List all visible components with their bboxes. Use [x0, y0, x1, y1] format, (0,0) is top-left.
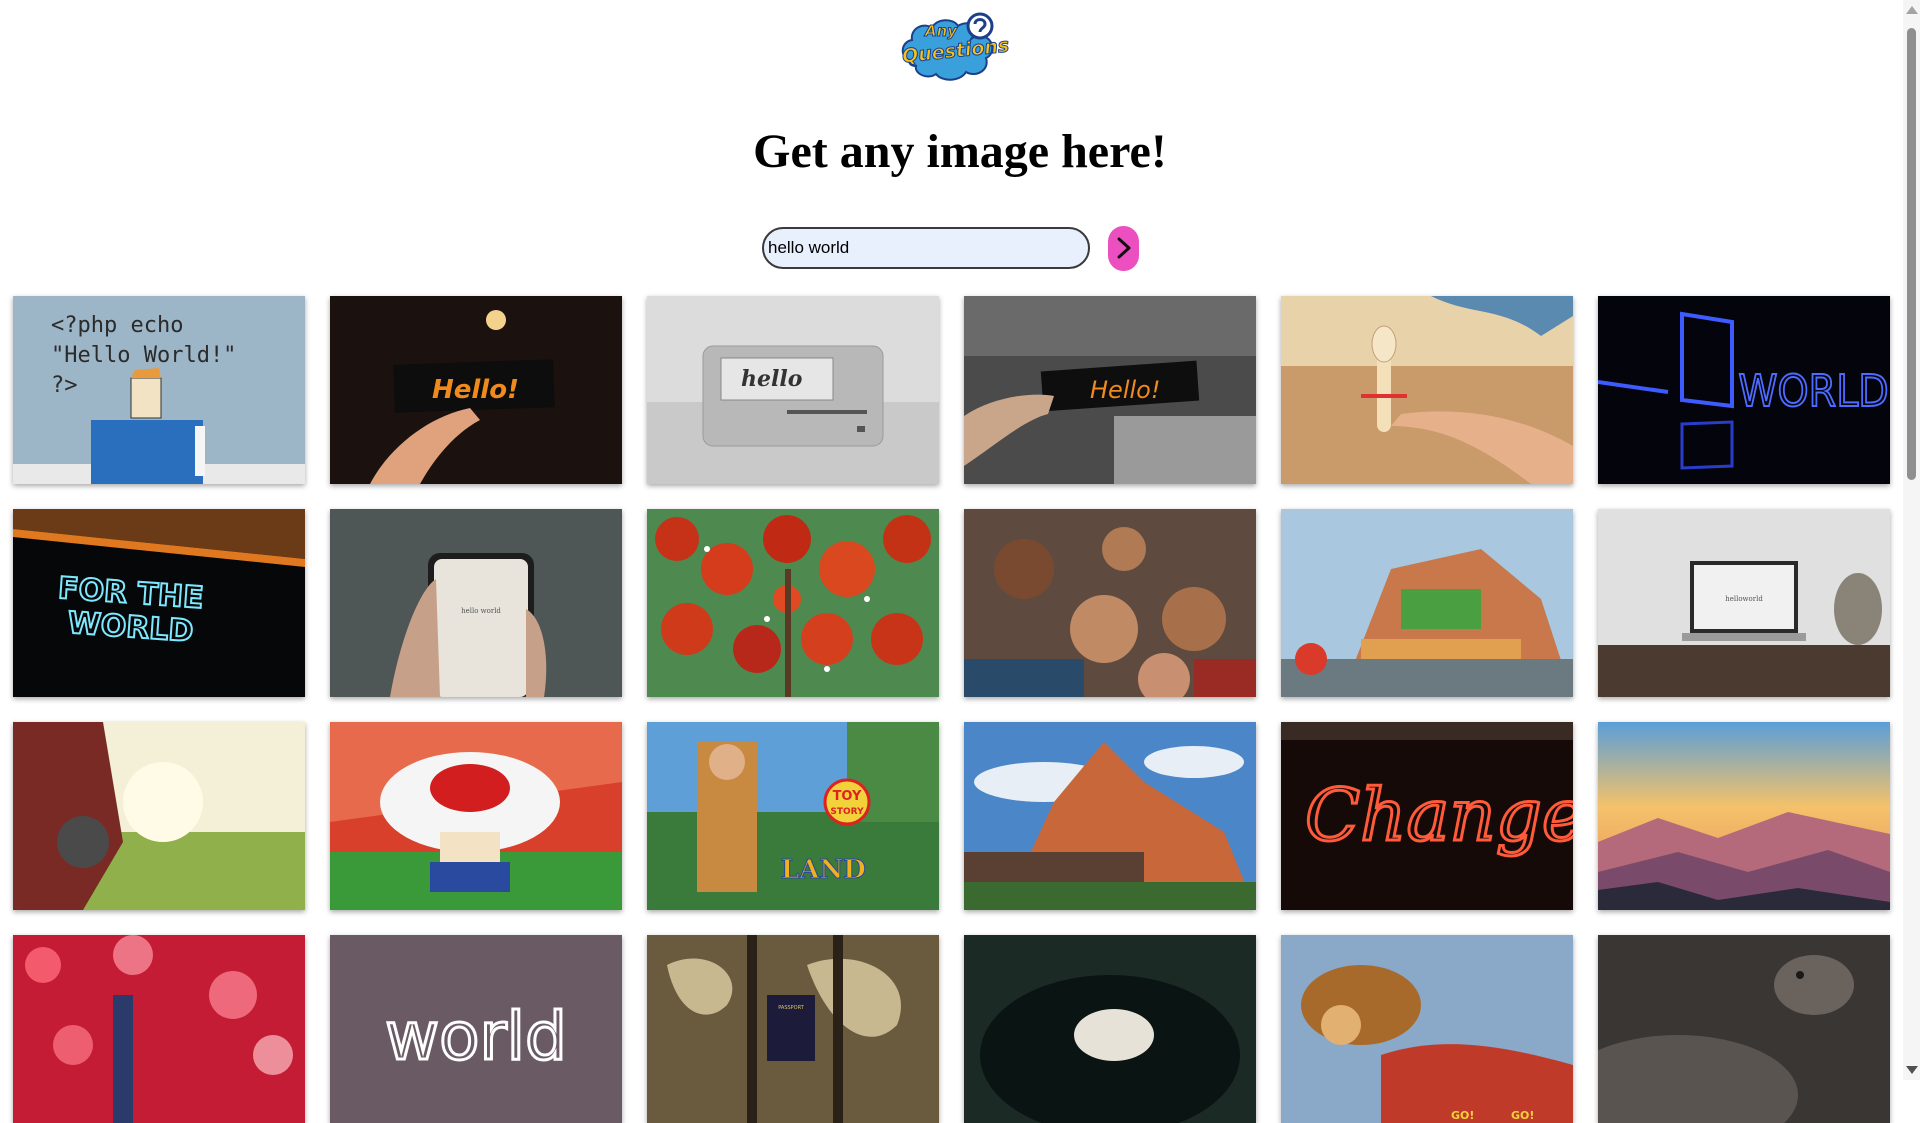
image-result[interactable]: WORLD	[1598, 296, 1890, 484]
result-image	[964, 722, 1256, 910]
result-image: TOY STORY LAND	[647, 722, 939, 910]
image-text: hello world	[461, 607, 501, 615]
image-text: hello	[741, 366, 802, 392]
image-result[interactable]: Hello!	[330, 296, 622, 484]
result-image	[13, 722, 305, 910]
image-result[interactable]	[1598, 722, 1890, 910]
scroll-down-arrow-icon[interactable]	[1906, 1066, 1918, 1074]
image-text: PASSPORT	[778, 1005, 805, 1011]
result-image: WORLD	[1598, 296, 1890, 484]
image-text: Hello!	[1090, 376, 1160, 404]
result-image	[330, 722, 622, 910]
image-result[interactable]	[964, 509, 1256, 697]
scroll-up-arrow-icon[interactable]	[1906, 6, 1918, 14]
image-result[interactable]: <?php echo "Hello World!" ?>	[13, 296, 305, 484]
image-result[interactable]: GO! GO!	[1281, 935, 1573, 1123]
image-result[interactable]	[13, 722, 305, 910]
vertical-scrollbar[interactable]	[1903, 0, 1920, 1080]
result-image: hello	[647, 296, 939, 484]
image-text: helloworld	[1725, 595, 1763, 603]
image-result[interactable]: Change	[1281, 722, 1573, 910]
result-image: GO! GO!	[1281, 935, 1573, 1123]
image-result[interactable]: helloworld	[1598, 509, 1890, 697]
image-result[interactable]	[964, 722, 1256, 910]
image-text: WORLD	[1738, 365, 1888, 417]
result-image	[647, 509, 939, 697]
result-image: Change	[1281, 722, 1573, 910]
image-result[interactable]: FOR THE WORLD	[13, 509, 305, 697]
image-result[interactable]: Hello!	[964, 296, 1256, 484]
image-text: world	[385, 998, 567, 1075]
image-text: LAND	[781, 855, 866, 885]
page-title: Get any image here!	[753, 125, 1167, 178]
image-result[interactable]: hello	[647, 296, 939, 484]
result-image	[964, 509, 1256, 697]
image-result[interactable]: PASSPORT	[647, 935, 939, 1123]
result-image	[1281, 509, 1573, 697]
image-result[interactable]	[13, 935, 305, 1123]
image-result[interactable]	[964, 935, 1256, 1123]
result-image	[1598, 935, 1890, 1123]
logo-cloud-icon	[901, 12, 994, 81]
image-text: <?php echo	[51, 313, 183, 338]
logo[interactable]: Any Questions	[898, 8, 1011, 84]
result-image	[1281, 296, 1573, 484]
image-result[interactable]: hello world	[330, 509, 622, 697]
image-text: ?>	[51, 373, 78, 398]
image-result[interactable]: world	[330, 935, 622, 1123]
image-result[interactable]	[1281, 296, 1573, 484]
result-image: world	[330, 935, 622, 1123]
image-result[interactable]	[1598, 935, 1890, 1123]
result-image: FOR THE WORLD	[13, 509, 305, 697]
image-result[interactable]: TOY STORY LAND	[647, 722, 939, 910]
chevron-right-icon	[1117, 237, 1131, 259]
image-text: Hello!	[432, 375, 519, 405]
image-result[interactable]	[330, 722, 622, 910]
search-submit-button[interactable]	[1108, 226, 1139, 271]
result-image	[964, 935, 1256, 1123]
search-input[interactable]	[762, 227, 1090, 269]
result-image: Hello!	[964, 296, 1256, 484]
image-text: "Hello World!"	[51, 343, 236, 368]
image-text: STORY	[830, 807, 864, 817]
result-image: hello world	[330, 509, 622, 697]
result-image	[13, 935, 305, 1123]
image-text: GO!	[1511, 1109, 1534, 1122]
image-results-grid: <?php echo "Hello World!" ?> Hello! hell…	[13, 296, 1890, 1123]
result-image: <?php echo "Hello World!" ?>	[13, 296, 305, 484]
result-image	[1598, 722, 1890, 910]
scrollbar-thumb[interactable]	[1907, 28, 1916, 480]
result-image: Hello!	[330, 296, 622, 484]
image-result[interactable]	[1281, 509, 1573, 697]
result-image: helloworld	[1598, 509, 1890, 697]
image-result[interactable]	[647, 509, 939, 697]
image-text: TOY	[833, 789, 862, 804]
image-text: GO!	[1451, 1109, 1474, 1122]
result-image: PASSPORT	[647, 935, 939, 1123]
image-text: Change	[1305, 773, 1573, 857]
